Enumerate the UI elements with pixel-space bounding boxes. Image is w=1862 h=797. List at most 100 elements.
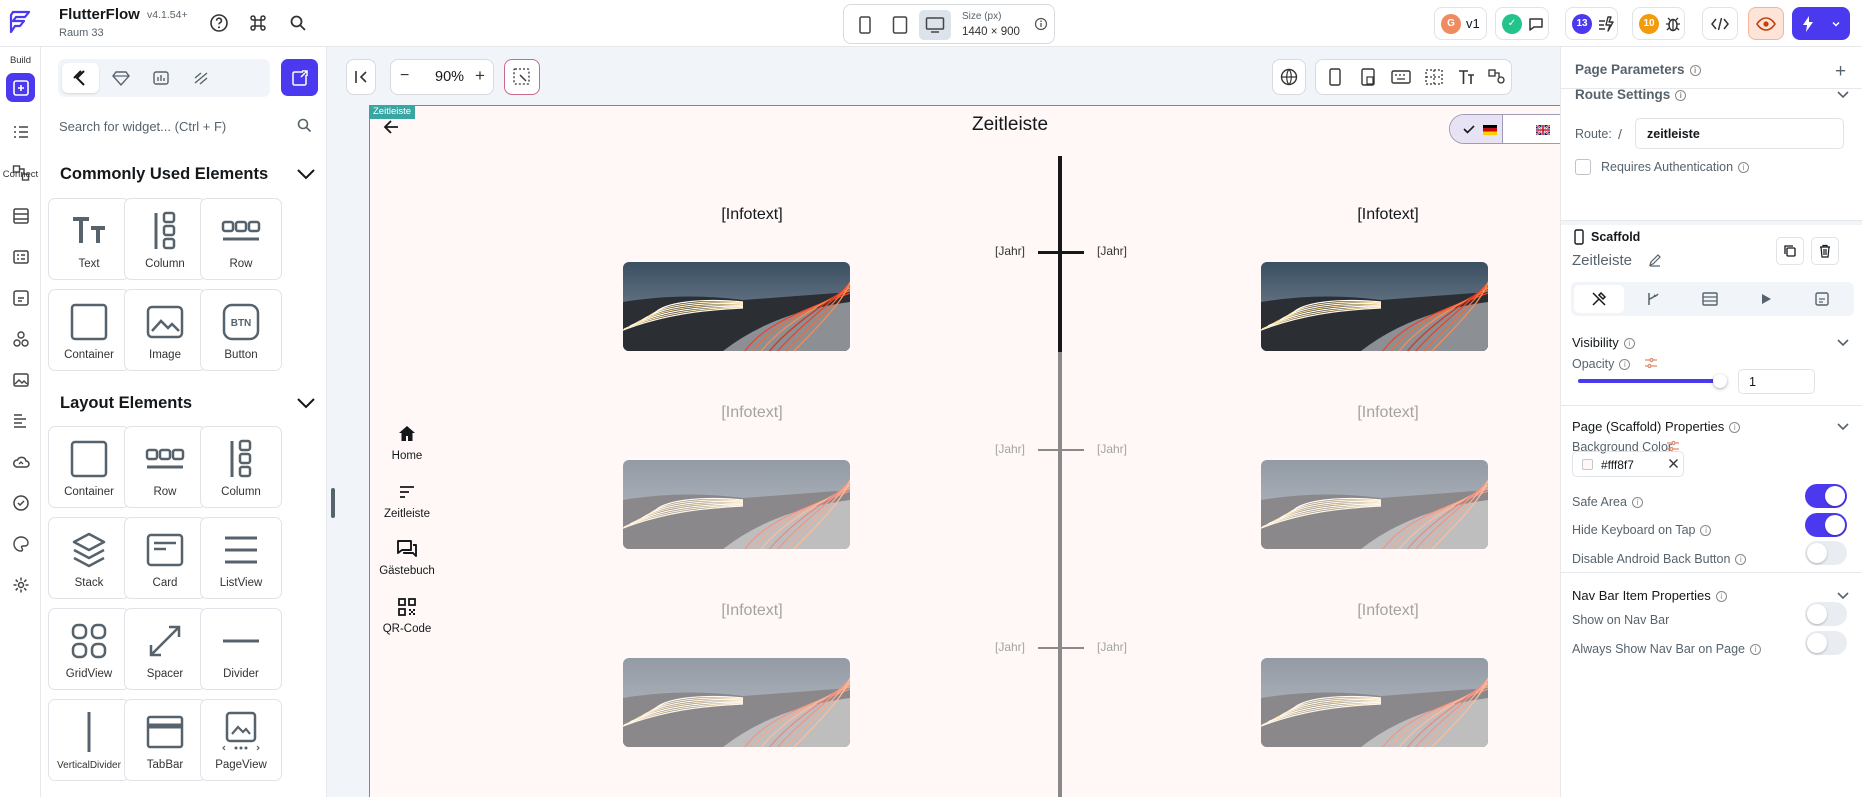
flag-uk-icon[interactable]	[1536, 125, 1550, 135]
show-navbar-toggle[interactable]	[1805, 602, 1847, 626]
info-icon[interactable]: i	[1729, 422, 1741, 434]
version-pill[interactable]: G v1	[1434, 7, 1487, 40]
widget-tile[interactable]: TabBar	[124, 699, 206, 781]
always-show-navbar-toggle[interactable]	[1805, 631, 1847, 655]
widget-tile[interactable]: Text	[48, 198, 130, 280]
requires-auth-checkbox[interactable]	[1575, 159, 1591, 175]
preview-eye-icon[interactable]	[1748, 7, 1784, 40]
widget-tile[interactable]: ListView	[200, 517, 282, 599]
settings-icon[interactable]	[6, 570, 35, 599]
widget-tile[interactable]: BTN Button	[200, 289, 282, 371]
search-input[interactable]: Search for widget... (Ctrl + F)	[59, 119, 226, 134]
variable-binding-icon[interactable]	[1644, 356, 1658, 370]
chevron-down-icon[interactable]	[1835, 334, 1851, 350]
api-calls-icon[interactable]	[6, 283, 35, 312]
command-icon[interactable]	[247, 12, 269, 34]
info-icon[interactable]: i	[1675, 89, 1687, 101]
phone-icon[interactable]	[849, 10, 881, 40]
app-state-icon[interactable]	[6, 242, 35, 271]
search-icon[interactable]	[287, 12, 309, 34]
tab-backend-query-icon[interactable]	[1685, 285, 1735, 313]
color-swatch[interactable]	[1582, 459, 1593, 470]
safe-area-toggle[interactable]	[1805, 484, 1847, 508]
widget-tile[interactable]: Container	[48, 426, 130, 508]
info-icon[interactable]: i	[1735, 554, 1747, 566]
nav-item[interactable]: QR-Code	[370, 595, 444, 635]
keyboard-icon[interactable]	[1390, 60, 1412, 94]
run-flash-icon[interactable]	[1792, 7, 1850, 40]
opacity-field[interactable]: 1	[1738, 369, 1815, 394]
tab-actions-icon[interactable]	[1629, 285, 1679, 313]
grid-icon[interactable]	[1423, 60, 1445, 94]
tab-animations-icon[interactable]	[1741, 285, 1791, 313]
widget-tile[interactable]: Stack	[48, 517, 130, 599]
collab-pill-1[interactable]: 13	[1565, 7, 1618, 40]
tab-properties-icon[interactable]	[1574, 285, 1624, 313]
tablet-icon[interactable]	[884, 10, 916, 40]
bg-color-value[interactable]: #fff8f7	[1601, 458, 1634, 472]
widget-tile[interactable]: Container	[48, 289, 130, 371]
nav-item[interactable]: Zeitleiste	[370, 480, 444, 520]
zoom-in-icon[interactable]: +	[475, 66, 485, 86]
project-name[interactable]: Raum 33	[59, 27, 104, 39]
device-frame-icon[interactable]	[1357, 60, 1379, 94]
flutterflow-logo-icon[interactable]	[7, 9, 33, 37]
widget-tile[interactable]: Spacer	[124, 608, 206, 690]
tab-libraries[interactable]	[182, 63, 219, 93]
chevron-down-icon[interactable]	[1835, 86, 1851, 102]
widget-search[interactable]: Search for widget... (Ctrl + F)	[50, 109, 315, 143]
opacity-input[interactable]: 1	[1749, 375, 1756, 389]
opacity-slider-thumb[interactable]	[1713, 374, 1727, 388]
widget-tile[interactable]: Image	[124, 289, 206, 371]
visibility-header[interactable]: Visibility i	[1572, 335, 1635, 350]
hide-keyboard-toggle[interactable]	[1805, 513, 1847, 537]
chevron-down-icon[interactable]	[295, 163, 317, 185]
theme-icon[interactable]	[6, 529, 35, 558]
widget-settings-icon[interactable]	[1486, 60, 1508, 94]
info-icon[interactable]: i	[1700, 525, 1712, 537]
text-scale-icon[interactable]	[1455, 60, 1477, 94]
tab-components[interactable]	[102, 63, 139, 93]
info-icon[interactable]: i	[1623, 338, 1635, 350]
widget-tile[interactable]: VerticalDivider	[48, 699, 130, 781]
info-icon[interactable]: i	[1689, 64, 1701, 76]
custom-code-icon[interactable]	[6, 406, 35, 435]
tab-state-icon[interactable]	[1797, 285, 1847, 313]
route-input[interactable]: zeitleiste	[1647, 127, 1700, 141]
agents-icon[interactable]	[6, 324, 35, 353]
media-assets-icon[interactable]	[6, 365, 35, 394]
info-icon[interactable]: i	[1738, 162, 1750, 174]
widget-tile[interactable]: Divider	[200, 608, 282, 690]
back-arrow-icon[interactable]	[382, 118, 400, 136]
scaffold-props-header[interactable]: Page (Scaffold) Properties i	[1572, 419, 1741, 434]
database-icon[interactable]	[6, 201, 35, 230]
cloud-functions-icon[interactable]	[6, 447, 35, 476]
add-parameter-icon[interactable]: +	[1835, 61, 1846, 83]
info-icon[interactable]: i	[1619, 359, 1631, 371]
widget-tree-icon[interactable]	[6, 117, 35, 146]
nav-item[interactable]: Gästebuch	[370, 537, 444, 577]
widget-tile[interactable]: PageView	[200, 699, 282, 781]
clear-icon[interactable]	[1668, 458, 1679, 469]
language-toggle[interactable]	[1449, 114, 1560, 144]
zoom-out-icon[interactable]: −	[400, 67, 409, 85]
tab-templates[interactable]	[142, 63, 179, 93]
tests-icon[interactable]	[6, 488, 35, 517]
help-icon[interactable]	[208, 12, 230, 34]
bg-color-field[interactable]: #fff8f7	[1572, 451, 1684, 477]
opacity-slider[interactable]	[1578, 374, 1727, 388]
duplicate-icon[interactable]	[1776, 237, 1804, 265]
chevron-down-icon[interactable]	[1835, 587, 1851, 603]
panel-resize-handle[interactable]	[331, 488, 335, 518]
widget-tile[interactable]: Column	[124, 198, 206, 280]
widget-palette-icon[interactable]	[6, 73, 35, 102]
info-icon[interactable]	[1034, 17, 1048, 31]
chevron-down-icon[interactable]	[295, 392, 317, 414]
disable-back-toggle[interactable]	[1805, 541, 1847, 565]
widget-tile[interactable]: Column	[200, 426, 282, 508]
code-icon[interactable]	[1702, 7, 1738, 40]
zoom-level[interactable]: 90%	[435, 69, 464, 85]
widget-tile[interactable]: GridView	[48, 608, 130, 690]
phone-frame-icon[interactable]	[1324, 60, 1346, 94]
globe-icon[interactable]	[1272, 59, 1306, 95]
